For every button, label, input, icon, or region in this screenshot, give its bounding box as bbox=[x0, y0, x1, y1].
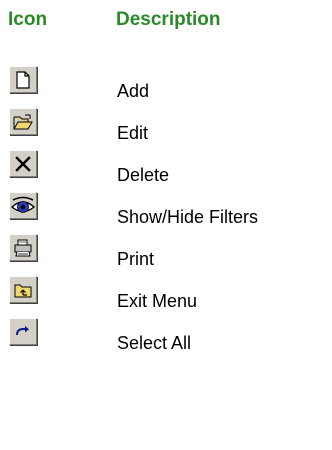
edit-button[interactable] bbox=[9, 108, 37, 135]
show-hide-filters-button[interactable] bbox=[9, 192, 37, 219]
select-all-button[interactable] bbox=[9, 318, 37, 345]
print-button[interactable] bbox=[9, 234, 37, 261]
legend-label: Add bbox=[117, 81, 150, 101]
description-column-header: Description bbox=[116, 9, 221, 30]
open-folder-icon bbox=[13, 114, 33, 129]
exit-menu-button[interactable] bbox=[9, 276, 37, 303]
new-document-icon bbox=[16, 70, 30, 89]
icon-column-header: Icon bbox=[8, 9, 48, 30]
exit-folder-icon bbox=[14, 284, 32, 297]
legend-row-print: Print bbox=[0, 234, 332, 276]
legend-label: Edit bbox=[117, 123, 149, 143]
legend-header: Icon Description bbox=[0, 8, 332, 34]
legend-row-delete: Delete bbox=[0, 150, 332, 192]
delete-x-icon bbox=[15, 155, 31, 172]
legend-label: Delete bbox=[117, 165, 170, 185]
legend-label: Print bbox=[117, 249, 155, 269]
legend-label: Show/Hide Filters bbox=[117, 207, 259, 227]
printer-icon bbox=[14, 239, 32, 256]
legend-label: Exit Menu bbox=[117, 291, 198, 311]
legend-row-exit-menu: Exit Menu bbox=[0, 276, 332, 318]
add-button[interactable] bbox=[9, 66, 37, 93]
eye-icon bbox=[11, 196, 35, 213]
legend-row-add: Add bbox=[0, 66, 332, 108]
legend-row-select-all: Select All bbox=[0, 318, 332, 360]
legend-row-show-hide-filters: Show/Hide Filters bbox=[0, 192, 332, 234]
delete-button[interactable] bbox=[9, 150, 37, 177]
legend-label: Select All bbox=[117, 333, 192, 353]
redo-arrow-icon bbox=[16, 325, 29, 335]
legend-row-edit: Edit bbox=[0, 108, 332, 150]
icon-legend: Icon Description Add Edit Delete Show/Hi… bbox=[0, 0, 332, 450]
